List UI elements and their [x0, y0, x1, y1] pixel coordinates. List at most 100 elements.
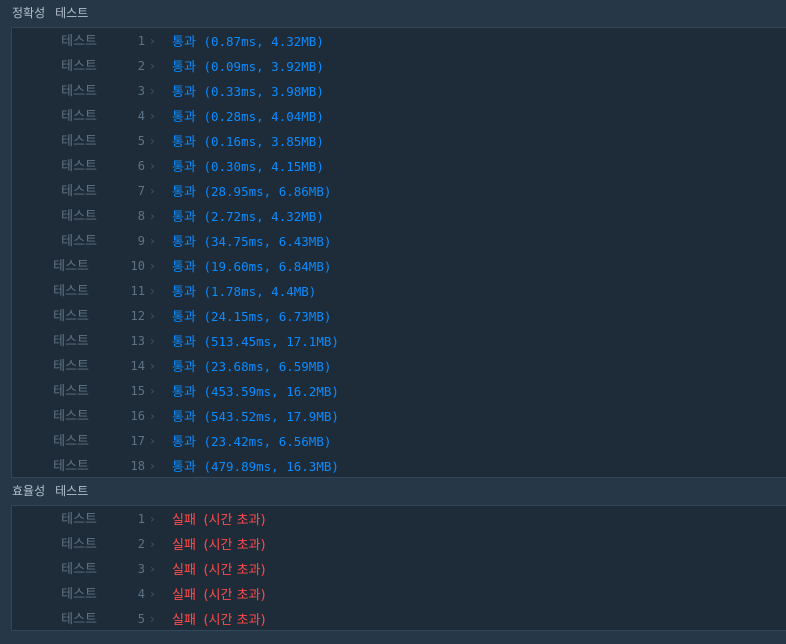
test-number: 2 — [137, 537, 145, 551]
chevron-right-icon: › — [150, 259, 155, 273]
test-result: 통과 (543.52ms, 17.9MB) — [172, 404, 339, 430]
efficiency-section-header: 효율성 테스트 — [0, 478, 786, 504]
chevron-right-icon: › — [150, 359, 155, 373]
test-number: 16 — [130, 409, 145, 423]
test-label: 테스트 — [61, 184, 97, 199]
test-result: 통과 (0.30ms, 4.15MB) — [172, 154, 324, 180]
result-detail: (28.95ms, 6.86MB) — [203, 184, 332, 199]
result-status: 통과 — [172, 360, 196, 375]
test-result-row: 테스트 17 › 통과 (23.42ms, 6.56MB) — [12, 429, 786, 454]
test-number: 12 — [130, 309, 145, 323]
result-status: 통과 — [172, 260, 196, 275]
test-label: 테스트 — [61, 234, 97, 249]
test-result: 통과 (0.09ms, 3.92MB) — [172, 54, 324, 80]
result-detail: (0.09ms, 3.92MB) — [203, 59, 324, 74]
chevron-right-icon: › — [150, 59, 155, 73]
chevron-right-icon: › — [150, 209, 155, 223]
test-number: 11 — [130, 284, 145, 298]
test-label: 테스트 — [53, 459, 89, 474]
chevron-right-icon: › — [150, 134, 155, 148]
chevron-right-icon: › — [150, 459, 155, 473]
test-label: 테스트 — [53, 334, 89, 349]
test-result-row: 테스트 1 › 실패 (시간 초과) — [12, 507, 786, 532]
result-detail: (479.89ms, 16.3MB) — [203, 459, 339, 474]
result-detail: (543.52ms, 17.9MB) — [203, 409, 339, 424]
test-label: 테스트 — [53, 384, 89, 399]
chevron-right-icon: › — [150, 334, 155, 348]
result-status: 통과 — [172, 385, 196, 400]
test-result: 실패 (시간 초과) — [172, 607, 266, 633]
result-detail: (0.30ms, 4.15MB) — [203, 159, 324, 174]
test-label: 테스트 — [61, 109, 97, 124]
test-result: 통과 (0.16ms, 3.85MB) — [172, 129, 324, 155]
test-result-row: 테스트 14 › 통과 (23.68ms, 6.59MB) — [12, 354, 786, 379]
result-status: 실패 — [172, 563, 196, 578]
test-result: 통과 (23.42ms, 6.56MB) — [172, 429, 331, 455]
chevron-right-icon: › — [150, 409, 155, 423]
chevron-right-icon: › — [150, 284, 155, 298]
chevron-right-icon: › — [150, 309, 155, 323]
test-result: 통과 (28.95ms, 6.86MB) — [172, 179, 331, 205]
result-detail: (시간 초과) — [203, 513, 266, 528]
test-result-row: 테스트 13 › 통과 (513.45ms, 17.1MB) — [12, 329, 786, 354]
test-label: 테스트 — [61, 84, 97, 99]
result-status: 통과 — [172, 460, 196, 475]
test-result-row: 테스트 9 › 통과 (34.75ms, 6.43MB) — [12, 229, 786, 254]
test-label: 테스트 — [61, 59, 97, 74]
test-result-row: 테스트 12 › 통과 (24.15ms, 6.73MB) — [12, 304, 786, 329]
chevron-right-icon: › — [150, 384, 155, 398]
result-detail: (453.59ms, 16.2MB) — [203, 384, 339, 399]
result-status: 통과 — [172, 210, 196, 225]
efficiency-results-list: 테스트 1 › 실패 (시간 초과) 테스트 2 › 실패 (시간 초과) 테스트 3 › 실패 (시… — [11, 505, 786, 631]
result-detail: (2.72ms, 4.32MB) — [203, 209, 324, 224]
result-status: 통과 — [172, 85, 196, 100]
result-detail: (0.33ms, 3.98MB) — [203, 84, 324, 99]
test-result: 통과 (453.59ms, 16.2MB) — [172, 379, 339, 405]
result-detail: (23.68ms, 6.59MB) — [203, 359, 332, 374]
test-number: 14 — [130, 359, 145, 373]
chevron-right-icon: › — [150, 434, 155, 448]
test-label: 테스트 — [53, 259, 89, 274]
test-label: 테스트 — [53, 309, 89, 324]
chevron-right-icon: › — [150, 109, 155, 123]
accuracy-subtitle: 테스트 — [55, 6, 89, 20]
test-result-row: 테스트 4 › 통과 (0.28ms, 4.04MB) — [12, 104, 786, 129]
result-status: 통과 — [172, 335, 196, 350]
test-result: 통과 (0.33ms, 3.98MB) — [172, 79, 324, 105]
test-number: 9 — [137, 234, 145, 248]
test-label: 테스트 — [61, 34, 97, 49]
test-number: 1 — [137, 34, 145, 48]
test-result-row: 테스트 2 › 실패 (시간 초과) — [12, 532, 786, 557]
test-result: 실패 (시간 초과) — [172, 507, 266, 533]
result-status: 통과 — [172, 185, 196, 200]
chevron-right-icon: › — [150, 587, 155, 601]
test-number: 1 — [137, 512, 145, 526]
result-status: 통과 — [172, 310, 196, 325]
test-result: 통과 (2.72ms, 4.32MB) — [172, 204, 324, 230]
efficiency-subtitle: 테스트 — [55, 484, 89, 498]
test-label: 테스트 — [61, 562, 97, 577]
result-status: 통과 — [172, 135, 196, 150]
result-detail: (0.87ms, 4.32MB) — [203, 34, 324, 49]
result-status: 실패 — [172, 513, 196, 528]
test-label: 테스트 — [61, 134, 97, 149]
test-result-row: 테스트 6 › 통과 (0.30ms, 4.15MB) — [12, 154, 786, 179]
test-number: 3 — [137, 562, 145, 576]
test-label: 테스트 — [61, 537, 97, 552]
test-result-row: 테스트 1 › 통과 (0.87ms, 4.32MB) — [12, 29, 786, 54]
test-label: 테스트 — [61, 209, 97, 224]
test-result: 통과 (1.78ms, 4.4MB) — [172, 279, 316, 305]
result-status: 실패 — [172, 588, 196, 603]
test-result: 통과 (23.68ms, 6.59MB) — [172, 354, 331, 380]
test-result-row: 테스트 16 › 통과 (543.52ms, 17.9MB) — [12, 404, 786, 429]
efficiency-title: 효율성 — [12, 484, 46, 498]
result-detail: (513.45ms, 17.1MB) — [203, 334, 339, 349]
test-label: 테스트 — [61, 159, 97, 174]
test-number: 2 — [137, 59, 145, 73]
result-status: 실패 — [172, 538, 196, 553]
test-result: 통과 (0.28ms, 4.04MB) — [172, 104, 324, 130]
result-detail: (19.60ms, 6.84MB) — [203, 259, 332, 274]
result-detail: (0.28ms, 4.04MB) — [203, 109, 324, 124]
result-detail: (시간 초과) — [203, 613, 266, 628]
result-detail: (0.16ms, 3.85MB) — [203, 134, 324, 149]
